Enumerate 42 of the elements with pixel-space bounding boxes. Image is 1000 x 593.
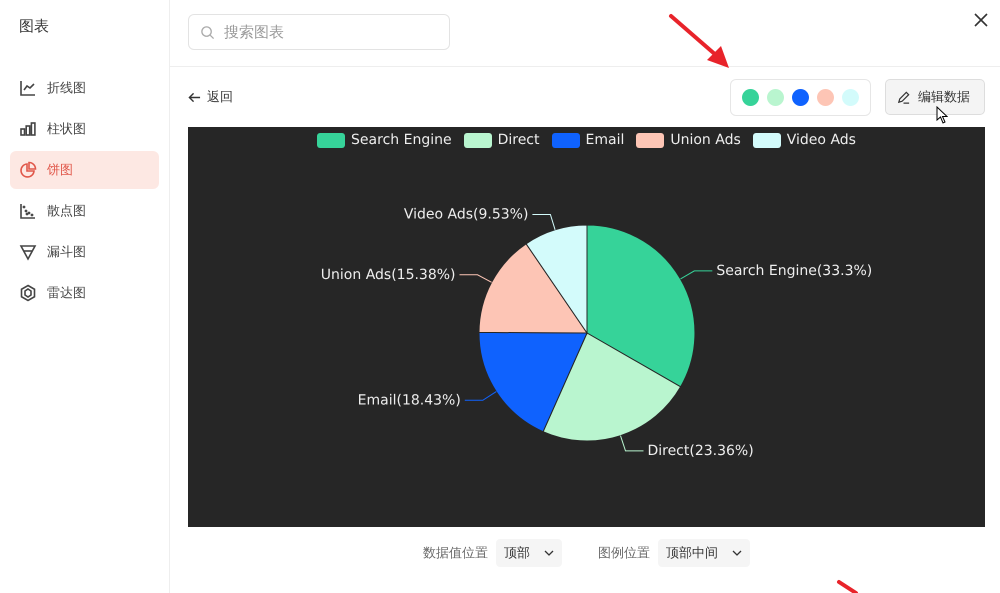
option-label: 图例位置 — [598, 545, 650, 562]
sidebar-item[interactable]: 柱状图 — [10, 110, 159, 148]
close-icon[interactable] — [974, 13, 988, 27]
legend-item[interactable]: Search Engine — [317, 132, 452, 148]
pencil-icon — [896, 90, 911, 104]
data-label: Search Engine(33.3%) — [716, 262, 872, 279]
leader-line — [680, 270, 713, 280]
legend-item[interactable]: Email — [552, 132, 624, 148]
sidebar-item[interactable]: 散点图 — [10, 192, 159, 230]
sidebar-item[interactable]: 折线图 — [10, 69, 159, 107]
sidebar-item[interactable]: 漏斗图 — [10, 233, 159, 271]
pie-chart-icon — [19, 161, 37, 179]
caret-icon — [544, 550, 554, 556]
caret-icon — [732, 550, 742, 556]
data-label: Video Ads(9.53%) — [404, 206, 528, 223]
sidebar-title: 图表 — [18, 16, 50, 37]
legend-item[interactable]: Direct — [464, 132, 540, 148]
search-field[interactable]: 搜索图表 — [188, 14, 450, 50]
leader-line — [620, 435, 644, 452]
data-label: Email(18.43%) — [358, 392, 461, 408]
bar-chart-icon — [19, 120, 37, 138]
back-link[interactable]: 返回 — [188, 88, 233, 106]
dropdown[interactable]: 顶部中间 — [658, 539, 750, 567]
cursor-icon — [936, 106, 948, 124]
hexagon-icon — [19, 284, 37, 302]
data-label: Union Ads(15.38%) — [320, 266, 456, 283]
leader-line — [532, 214, 556, 230]
back-arrow-icon — [188, 90, 201, 104]
sidebar-item[interactable]: 雷达图 — [10, 274, 159, 312]
search-icon — [200, 25, 215, 40]
funnel-icon — [19, 243, 37, 261]
leader-line — [459, 274, 492, 283]
color-palette[interactable] — [730, 78, 871, 116]
scatter-chart-icon — [19, 202, 37, 220]
edit-data-button[interactable]: 编辑数据 — [885, 79, 985, 115]
leader-line — [464, 391, 497, 401]
line-chart-icon — [19, 79, 37, 97]
dropdown[interactable]: 顶部 — [496, 539, 562, 567]
data-label: Direct(23.36%) — [647, 442, 754, 459]
legend-item[interactable]: Union Ads — [636, 132, 741, 148]
option-label: 数据值位置 — [423, 545, 488, 562]
legend-item[interactable]: Video Ads — [752, 132, 856, 148]
